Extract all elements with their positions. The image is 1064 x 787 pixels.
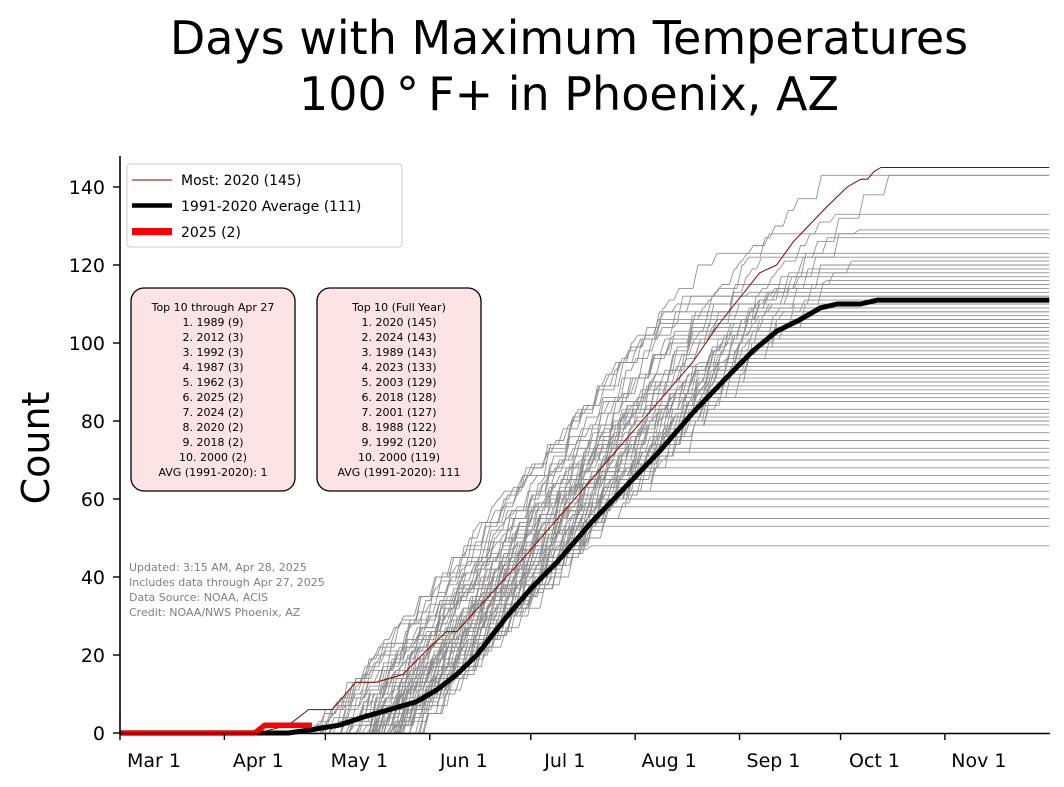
box-rank-line: 9. 2018 (2) <box>182 436 243 449</box>
legend-label-most: Most: 2020 (145) <box>181 173 301 189</box>
legend-label-current: 2025 (2) <box>181 225 241 241</box>
x-tick-label: Nov 1 <box>951 750 1006 772</box>
y-tick-label: 0 <box>93 723 105 745</box>
x-tick-label: Sep 1 <box>747 750 801 772</box>
x-tick-label: May 1 <box>331 750 388 772</box>
note-data-through: Includes data through Apr 27, 2025 <box>129 576 325 589</box>
year-series-line <box>120 525 1050 734</box>
source-notes: Updated: 3:15 AM, Apr 28, 2025 Includes … <box>129 561 325 619</box>
x-tick-label: Mar 1 <box>127 750 181 772</box>
box-rank-line: 7. 2024 (2) <box>182 406 243 419</box>
box-rank-line: 1. 2020 (145) <box>361 316 436 329</box>
y-tick-label: 80 <box>81 411 105 433</box>
box-rank-line: 6. 2018 (128) <box>361 391 436 404</box>
box-rank-line: 4. 2023 (133) <box>361 361 436 374</box>
x-tick-label: Apr 1 <box>233 750 284 772</box>
y-tick-label: 20 <box>81 645 105 667</box>
y-ticks: 0 20 40 60 80 100 120 140 <box>69 177 120 745</box>
x-tick-label: Jun 1 <box>439 750 488 772</box>
legend: Most: 2020 (145) 1991-2020 Average (111)… <box>126 163 403 248</box>
box-rank-line: 2. 2024 (143) <box>361 331 436 344</box>
box-rank-line: 6. 2025 (2) <box>182 391 243 404</box>
box-rank-line: 2. 2012 (3) <box>182 331 243 344</box>
box-rank-line: 7. 2001 (127) <box>361 406 436 419</box>
note-updated: Updated: 3:15 AM, Apr 28, 2025 <box>129 561 307 574</box>
box-title: Top 10 through Apr 27 <box>151 301 275 314</box>
box-rank-line: 5. 1962 (3) <box>182 376 243 389</box>
y-tick-label: 60 <box>81 489 105 511</box>
box-rank-line: 10. 2000 (119) <box>358 451 440 464</box>
box-rank-line: 1. 1989 (9) <box>182 316 243 329</box>
y-axis-label: Count <box>14 392 58 505</box>
year-series-line <box>120 518 1050 734</box>
y-tick-label: 100 <box>69 333 105 355</box>
chart: Days with Maximum Temperatures 100 ° F+ … <box>14 11 1050 772</box>
y-tick-label: 140 <box>69 177 105 199</box>
x-ticks: Mar 1 Apr 1 May 1 Jun 1 Jul 1 Aug 1 Sep 1 Oct 1… <box>119 733 1007 772</box>
box-avg: AVG (1991-2020): 1 <box>158 466 267 479</box>
x-tick-label: Jul 1 <box>543 750 585 772</box>
note-data-source: Data Source: NOAA, ACIS <box>129 591 268 604</box>
note-credit: Credit: NOAA/NWS Phoenix, AZ <box>129 606 301 619</box>
box-rank-line: 8. 1988 (122) <box>361 421 436 434</box>
y-tick-label: 40 <box>81 567 105 589</box>
box-rank-line: 4. 1987 (3) <box>182 361 243 374</box>
top10-through-date-box: Top 10 through Apr 27 1. 1989 (9) 2. 2012… <box>130 287 296 492</box>
box-rank-line: 3. 1992 (3) <box>182 346 243 359</box>
chart-title-line-2: 100 ° F+ in Phoenix, AZ <box>299 67 839 121</box>
x-tick-label: Oct 1 <box>849 750 900 772</box>
chart-title-line-1: Days with Maximum Temperatures <box>170 11 968 65</box>
box-rank-line: 5. 2003 (129) <box>361 376 436 389</box>
top10-full-year-box: Top 10 (Full Year) 1. 2020 (145) 2. 2024 … <box>316 287 482 492</box>
legend-label-average: 1991-2020 Average (111) <box>181 199 361 215</box>
box-title: Top 10 (Full Year) <box>351 301 446 314</box>
box-rank-line: 10. 2000 (2) <box>179 451 247 464</box>
box-rank-line: 3. 1989 (143) <box>361 346 436 359</box>
box-rank-line: 8. 2020 (2) <box>182 421 243 434</box>
box-rank-line: 9. 1992 (120) <box>361 436 436 449</box>
x-tick-label: Aug 1 <box>642 750 697 772</box>
box-avg: AVG (1991-2020): 111 <box>337 466 460 479</box>
y-tick-label: 120 <box>69 255 105 277</box>
